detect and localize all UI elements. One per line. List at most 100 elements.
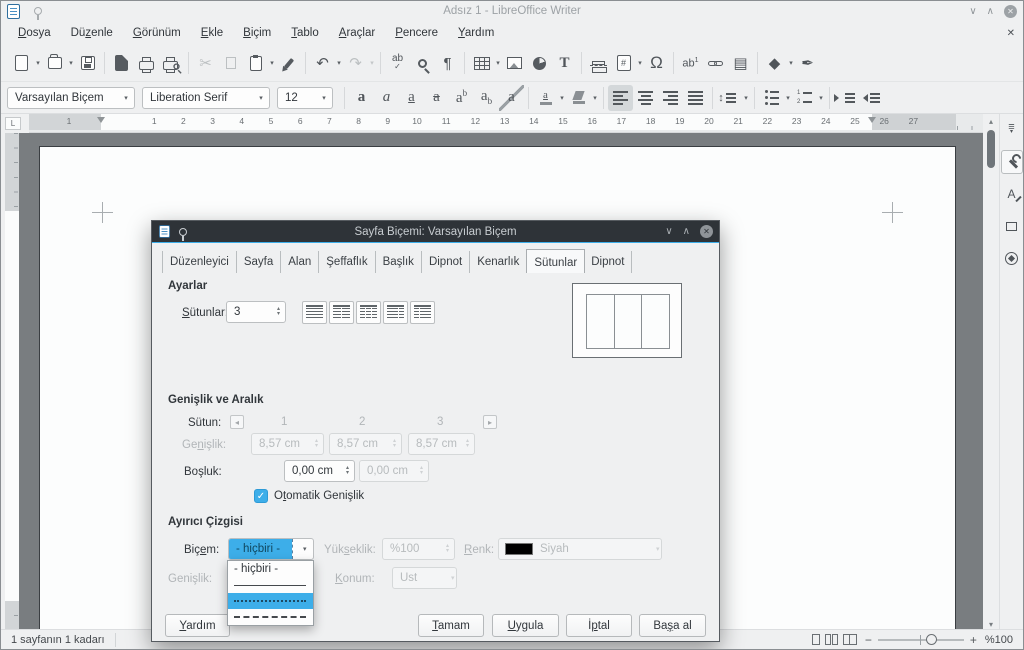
insert-footnote-button[interactable]: ab1 [678,50,703,76]
tab-seffaflik[interactable]: Şeffaflık [319,251,375,273]
apply-button[interactable]: Uygula [492,614,559,637]
zoom-level[interactable]: %100 [985,634,1013,646]
tab-dipnot-1[interactable]: Dipnot [422,251,470,273]
font-size-combobox[interactable]: 12 ▾ [277,87,333,109]
new-document-dropdown[interactable]: ▾ [34,59,42,67]
font-color-button[interactable]: a [533,85,558,111]
preset-right-wide-button[interactable] [410,301,435,324]
zoom-in-button[interactable]: + [970,633,977,647]
width-3-spinbox[interactable]: 8,57 cm▴▾ [408,433,475,455]
line-style-option-none[interactable]: - hiçbiri - [228,561,313,577]
menu-yardim[interactable]: Yardım [449,24,503,42]
paragraph-style-combobox[interactable]: Varsayılan Biçem ▾ [7,87,135,109]
help-button[interactable]: Yardım [165,614,230,637]
spelling-button[interactable]: ab✓ [385,50,410,76]
font-color-dropdown[interactable]: ▾ [558,94,566,102]
menu-dosya[interactable]: Dosya [9,24,60,42]
insert-image-button[interactable] [502,50,527,76]
right-margin-marker[interactable] [868,117,876,127]
underline-button[interactable]: a [399,85,424,111]
increase-indent-button[interactable] [834,85,859,111]
tab-stop-selector[interactable]: L [5,117,21,130]
font-name-combobox[interactable]: Liberation Serif ▾ [142,87,270,109]
page-count-status[interactable]: 1 sayfanın 1 kadarı [1,634,115,646]
preset-two-columns-button[interactable] [329,301,354,324]
bullet-list-dropdown[interactable]: ▾ [784,94,792,102]
column-prev-button[interactable]: ◂ [230,415,244,429]
undo-button[interactable]: ↶ [310,50,335,76]
line-spacing-dropdown[interactable]: ▾ [742,94,750,102]
zoom-out-button[interactable]: − [865,633,872,647]
special-character-button[interactable]: Ω [644,50,669,76]
line-position-combobox[interactable]: Üst ▾ [392,567,457,589]
book-view-button[interactable] [843,634,857,645]
menu-bicim[interactable]: Biçim [234,24,280,42]
align-left-button[interactable] [608,85,633,111]
print-preview-button[interactable] [159,50,184,76]
insert-table-button[interactable] [469,50,494,76]
spacing-1-spinbox[interactable]: 0,00 cm▴▾ [284,460,355,482]
autowidth-checkbox[interactable]: ✓ [254,489,268,503]
line-style-option-solid[interactable] [228,577,313,593]
menu-duzenle[interactable]: Düzenle [62,24,122,42]
menu-pencere[interactable]: Pencere [386,24,447,42]
clear-formatting-button[interactable]: a [499,85,524,111]
vertical-scrollbar[interactable]: ▴ ▾ [983,114,999,631]
horizontal-ruler[interactable]: 1 12345678910111213141516171819202122232… [29,114,985,133]
basic-shapes-button[interactable]: ◆ [762,50,787,76]
insert-textbox-button[interactable]: T [552,50,577,76]
formatting-marks-button[interactable]: ¶ [435,50,460,76]
tab-alan[interactable]: Alan [281,251,319,273]
draw-functions-button[interactable]: ✒ [795,50,820,76]
preset-left-wide-button[interactable] [383,301,408,324]
dialog-titlebar[interactable]: Sayfa Biçemi: Varsayılan Biçem ∨ ∧ ✕ [152,221,719,243]
align-justify-button[interactable] [683,85,708,111]
columns-count-spinbox[interactable]: 3 ▴▾ [226,301,286,323]
clone-formatting-button[interactable] [276,50,301,76]
menu-araclar[interactable]: Araçlar [330,24,384,42]
bold-button[interactable]: a [349,85,374,111]
line-spacing-button[interactable]: ↕ [717,85,742,111]
redo-dropdown[interactable]: ▾ [368,59,376,67]
insert-chart-button[interactable] [527,50,552,76]
tab-duzenleyici[interactable]: Düzenleyici [162,251,237,273]
new-document-button[interactable] [9,50,34,76]
open-dropdown[interactable]: ▾ [67,59,75,67]
tab-kenarlik[interactable]: Kenarlık [470,251,527,273]
window-titlebar[interactable]: Adsız 1 - LibreOffice Writer ∨ ∧ ✕ [1,1,1023,21]
page-break-button[interactable] [586,50,611,76]
insert-hyperlink-button[interactable] [703,50,728,76]
line-style-option-dotted[interactable] [228,593,313,609]
insert-field-dropdown[interactable]: ▾ [636,59,644,67]
paste-button[interactable] [243,50,268,76]
decrease-indent-button[interactable] [859,85,884,111]
line-style-combobox[interactable]: - hiçbiri - ▾ [228,538,314,560]
insert-table-dropdown[interactable]: ▾ [494,59,502,67]
align-center-button[interactable] [633,85,658,111]
single-page-view-button[interactable] [812,634,820,645]
paste-dropdown[interactable]: ▾ [268,59,276,67]
insert-comment-button[interactable]: ▤ [728,50,753,76]
redo-button[interactable]: ↷ [343,50,368,76]
vertical-ruler[interactable] [5,133,19,629]
column-next-button[interactable]: ▸ [483,415,497,429]
basic-shapes-dropdown[interactable]: ▾ [787,59,795,67]
export-pdf-button[interactable] [109,50,134,76]
spacing-2-spinbox[interactable]: 0,00 cm▴▾ [359,460,429,482]
superscript-button[interactable]: ab [449,85,474,111]
tab-dipnot-2[interactable]: Dipnot [584,251,632,273]
insert-field-button[interactable]: # [611,50,636,76]
line-color-combobox[interactable]: Siyah ▾ [498,538,662,560]
width-2-spinbox[interactable]: 8,57 cm▴▾ [329,433,402,455]
scrollbar-thumb[interactable] [987,130,995,168]
highlight-color-dropdown[interactable]: ▾ [591,94,599,102]
bullet-list-button[interactable] [759,85,784,111]
zoom-slider[interactable] [878,639,964,641]
italic-button[interactable]: a [374,85,399,111]
multi-page-view-button[interactable] [825,634,838,645]
reset-button[interactable]: Başa al [639,614,706,637]
sidebar-gallery-button[interactable] [1001,214,1023,238]
menu-ekle[interactable]: Ekle [192,24,232,42]
undo-dropdown[interactable]: ▾ [335,59,343,67]
ok-button[interactable]: Tamam [418,614,484,637]
